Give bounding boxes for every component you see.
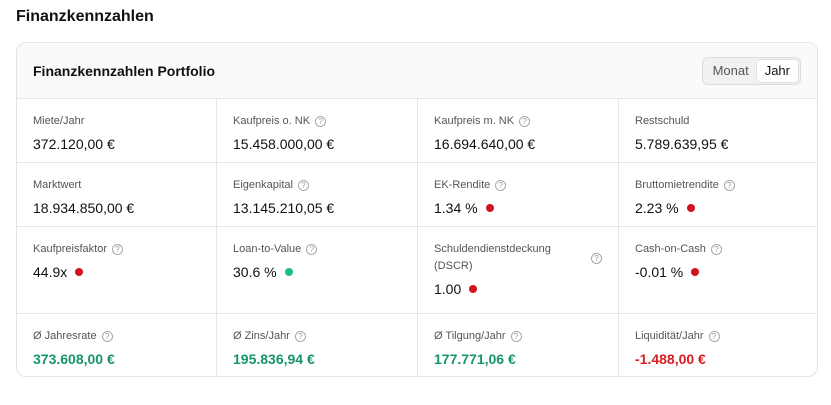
metric-label: Bruttomietrendite: [635, 179, 719, 191]
info-icon[interactable]: ?: [519, 116, 531, 127]
metric-bruttomietrendite: Bruttomietrendite? 2.23 %: [619, 163, 817, 227]
info-icon[interactable]: ?: [591, 253, 602, 264]
metric-value: -1.488,00 €: [635, 351, 706, 367]
metric-value: 1.34 %: [434, 200, 602, 216]
info-icon[interactable]: ?: [710, 244, 722, 255]
metric-label: Liquidität/Jahr: [635, 330, 704, 342]
metric-tilgung-jahr: Ø Tilgung/Jahr? 177.771,06 €: [418, 314, 619, 376]
page-title: Finanzkennzahlen: [16, 8, 154, 25]
financial-metrics-card: Finanzkennzahlen Portfolio Monat Jahr Mi…: [16, 42, 818, 377]
metric-value: -0.01 %: [635, 264, 803, 280]
metric-value: 177.771,06 €: [434, 351, 516, 367]
card-title: Finanzkennzahlen Portfolio: [33, 62, 216, 79]
metric-value: 16.694.640,00 €: [434, 136, 536, 152]
metric-value: 1.00: [434, 281, 602, 297]
metric-label: Ø Zins/Jahr: [233, 330, 290, 342]
metric-value: 13.145.210,05 €: [233, 200, 335, 216]
metric-kaufpreis-m-nk: Kaufpreis m. NK? 16.694.640,00 €: [418, 99, 619, 163]
status-dot: [485, 204, 494, 212]
metric-loan-to-value: Loan-to-Value? 30.6 %: [217, 227, 418, 314]
metrics-grid: Miete/Jahr 372.120,00 € Kaufpreis o. NK?…: [17, 99, 817, 376]
metric-label: Kaufpreisfaktor: [33, 243, 107, 255]
metric-label: Cash-on-Cash: [635, 243, 706, 255]
metric-zins-jahr: Ø Zins/Jahr? 195.836,94 €: [217, 314, 418, 376]
metric-label: Kaufpreis o. NK: [233, 115, 311, 127]
metric-value: 5.789.639,95 €: [635, 136, 729, 152]
info-icon[interactable]: ?: [297, 180, 309, 191]
metric-label: Eigenkapital: [233, 179, 293, 191]
metric-label: Kaufpreis m. NK: [434, 115, 515, 127]
metric-eigenkapital: Eigenkapital? 13.145.210,05 €: [217, 163, 418, 227]
metric-value: 373.608,00 €: [33, 351, 115, 367]
info-icon[interactable]: ?: [294, 331, 306, 342]
info-icon[interactable]: ?: [101, 331, 113, 342]
info-icon[interactable]: ?: [510, 331, 522, 342]
info-icon[interactable]: ?: [708, 331, 720, 342]
metric-kaufpreis-o-nk: Kaufpreis o. NK? 15.458.000,00 €: [217, 99, 418, 163]
metric-jahresrate: Ø Jahresrate? 373.608,00 €: [17, 314, 217, 376]
status-dot: [284, 268, 293, 276]
card-header: Finanzkennzahlen Portfolio Monat Jahr: [17, 43, 817, 99]
metric-label: Miete/Jahr: [33, 115, 85, 127]
status-dot: [469, 285, 478, 293]
info-icon[interactable]: ?: [306, 244, 318, 255]
metric-value: 195.836,94 €: [233, 351, 315, 367]
metric-value: 18.934.850,00 €: [33, 200, 135, 216]
info-icon[interactable]: ?: [315, 116, 327, 127]
metric-value: 15.458.000,00 €: [233, 136, 335, 152]
toggle-monat-button[interactable]: Monat: [705, 60, 757, 82]
info-icon[interactable]: ?: [723, 180, 735, 191]
metric-cash-on-cash: Cash-on-Cash? -0.01 %: [619, 227, 817, 314]
metric-label: Loan-to-Value: [233, 243, 302, 255]
metric-value: 2.23 %: [635, 200, 803, 216]
metric-label: Ø Jahresrate: [33, 330, 97, 342]
metric-miete-jahr: Miete/Jahr 372.120,00 €: [17, 99, 217, 163]
metric-dscr: Schuldendienstdeckung (DSCR) ? 1.00: [418, 227, 619, 314]
status-dot: [75, 268, 84, 276]
metric-label: Marktwert: [33, 179, 82, 191]
period-toggle: Monat Jahr: [701, 56, 801, 85]
metric-value: 372.120,00 €: [33, 136, 115, 152]
metric-kaufpreisfaktor: Kaufpreisfaktor? 44.9x: [17, 227, 217, 314]
metric-label: Ø Tilgung/Jahr: [434, 330, 506, 342]
status-dot: [686, 204, 695, 212]
metric-label: Schuldendienstdeckung (DSCR): [434, 243, 551, 272]
metric-liquiditaet-jahr: Liquidität/Jahr? -1.488,00 €: [619, 314, 817, 376]
metric-value: 44.9x: [33, 264, 200, 280]
info-icon[interactable]: ?: [111, 244, 123, 255]
metric-ek-rendite: EK-Rendite? 1.34 %: [418, 163, 619, 227]
metric-value: 30.6 %: [233, 264, 401, 280]
toggle-jahr-button[interactable]: Jahr: [756, 59, 798, 82]
metric-label: Restschuld: [635, 115, 690, 127]
metric-marktwert: Marktwert 18.934.850,00 €: [17, 163, 217, 227]
info-icon[interactable]: ?: [495, 180, 507, 191]
status-dot: [691, 268, 700, 276]
metric-label: EK-Rendite: [434, 179, 491, 191]
metric-restschuld: Restschuld 5.789.639,95 €: [619, 99, 817, 163]
